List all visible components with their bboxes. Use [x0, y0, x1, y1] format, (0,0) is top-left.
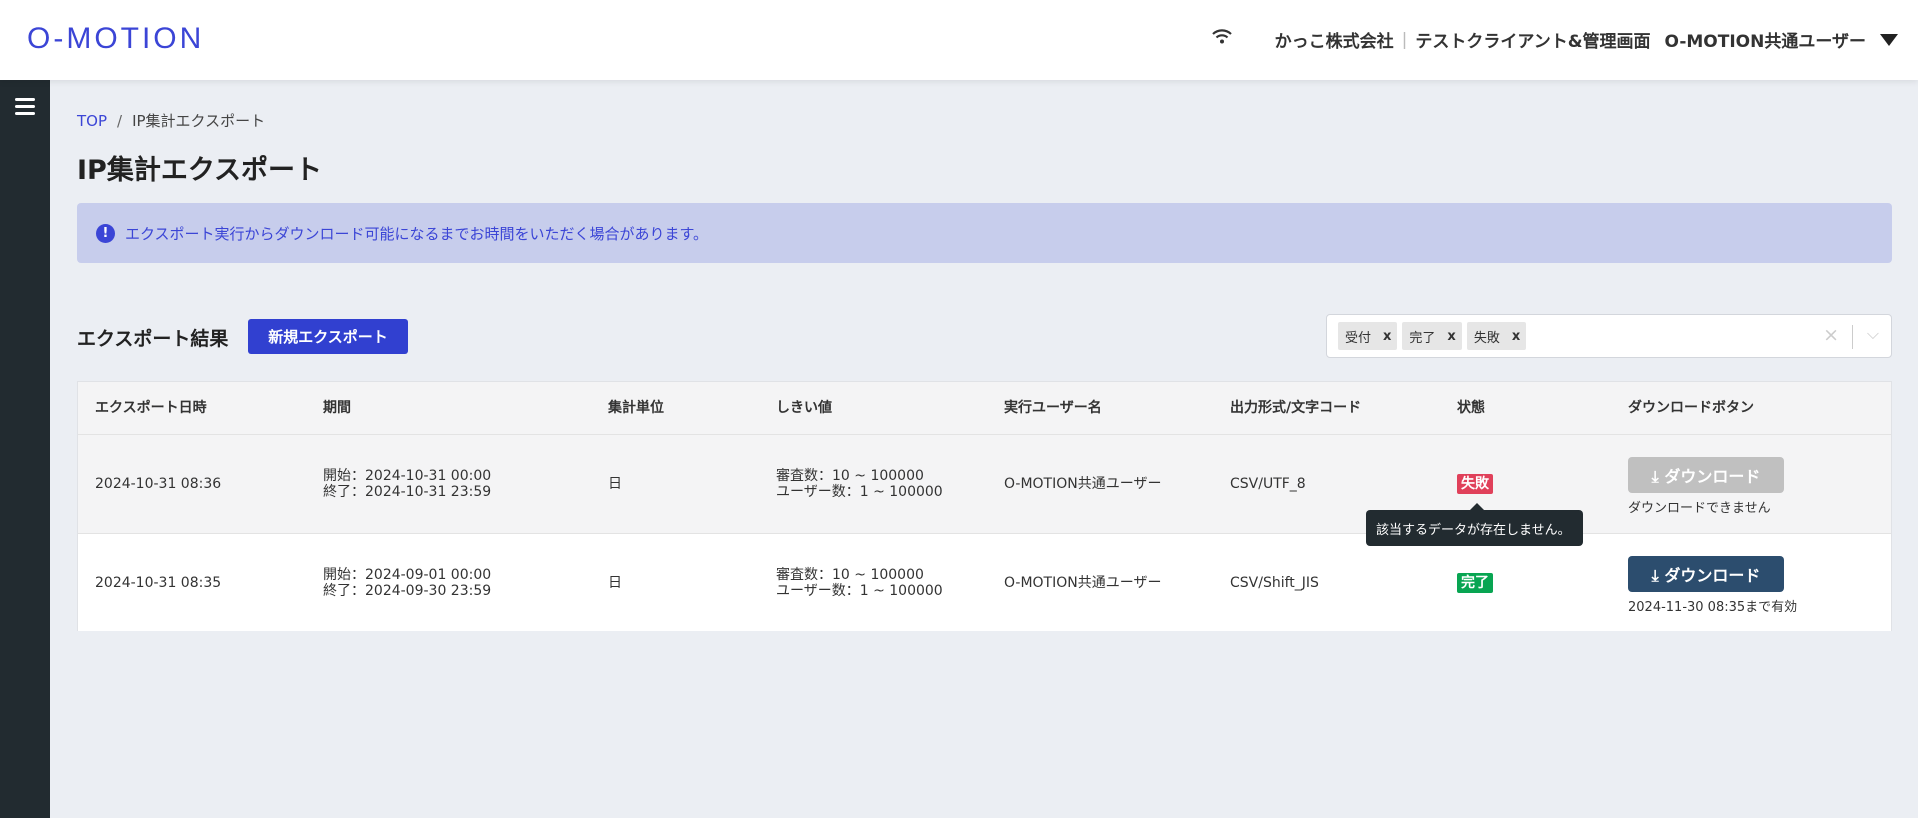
column-header: しきい値 [776, 400, 832, 416]
download-note: ダウンロードできません [1628, 500, 1771, 516]
chip-label: 完了 [1409, 330, 1436, 346]
user-menu[interactable]: かっこ株式会社 | テストクライアント&管理画面 O-MOTION共通ユーザー [1275, 27, 1898, 52]
status-badge[interactable]: 失敗 [1457, 474, 1493, 494]
breadcrumb-current: IP集計エクスポート [132, 112, 266, 130]
breadcrumb-top-link[interactable]: TOP [77, 112, 107, 130]
download-icon: ⤓ [1651, 466, 1659, 486]
column-header: 状態 [1457, 400, 1485, 416]
top-header: O-MOTION かっこ株式会社 | テストクライアント&管理画面 O-MOTI… [0, 0, 1918, 80]
column-header: 出力形式/文字コード [1230, 400, 1362, 416]
page-title: IP集計エクスポート [77, 155, 323, 186]
threshold: 審査数：10 ~ 100000 ユーザー数：1 ~ 100000 [776, 566, 943, 599]
chevron-down-icon[interactable]: ⌵ [1867, 324, 1879, 344]
sidebar [0, 80, 50, 818]
export-datetime: 2024-10-31 08:35 [95, 574, 222, 591]
export-datetime: 2024-10-31 08:36 [95, 476, 222, 492]
info-alert: ! エクスポート実行からダウンロード可能になるまでお時間をいただく場合があります… [77, 203, 1892, 263]
export-results-table: エクスポート日時 期間 集計単位 しきい値 実行ユーザー名 出力形式/文字コード… [77, 381, 1892, 631]
chip-label: 受付 [1345, 330, 1372, 346]
threshold: 審査数：10 ~ 100000 ユーザー数：1 ~ 100000 [776, 468, 943, 500]
remove-chip-icon[interactable]: x [1447, 329, 1455, 344]
hamburger-menu-icon[interactable] [15, 98, 35, 119]
breadcrumb-separator: / [117, 112, 123, 130]
chip-label: 失敗 [1473, 330, 1500, 346]
clear-icon[interactable]: × [1823, 324, 1839, 346]
download-cell: ⤓ ダウンロード ダウンロードできません [1628, 456, 1784, 517]
download-button-disabled[interactable]: ⤓ ダウンロード [1628, 456, 1784, 493]
aggregation-unit: 日 [608, 476, 622, 492]
remove-chip-icon[interactable]: x [1512, 329, 1520, 344]
table-row: 2024-10-31 08:36 開始：2024-10-31 00:00 終了：2… [78, 435, 1891, 534]
alert-message: エクスポート実行からダウンロード可能になるまでお時間をいただく場合があります。 [125, 224, 709, 243]
download-button[interactable]: ⤓ ダウンロード [1628, 556, 1784, 593]
caret-down-icon[interactable] [1880, 33, 1898, 46]
client-name: テストクライアント&管理画面 [1415, 32, 1651, 52]
period: 開始：2024-10-31 00:00 終了：2024-10-31 23:59 [323, 468, 492, 500]
download-icon: ⤓ [1651, 566, 1659, 586]
status-tooltip: 該当するデータが存在しません。 [1366, 503, 1583, 546]
column-header: 実行ユーザー名 [1004, 400, 1102, 416]
column-header: 集計単位 [608, 400, 664, 416]
new-export-button[interactable]: 新規エクスポート [248, 319, 408, 354]
output-format: CSV/UTF_8 [1230, 476, 1306, 492]
column-header: ダウンロードボタン [1628, 400, 1754, 416]
table-header: エクスポート日時 期間 集計単位 しきい値 実行ユーザー名 出力形式/文字コード… [78, 382, 1891, 435]
company-name: かっこ株式会社 [1274, 32, 1394, 52]
executed-by: O-MOTION共通ユーザー [1004, 574, 1162, 591]
breadcrumb: TOP / IP集計エクスポート [77, 110, 265, 131]
period: 開始：2024-09-01 00:00 終了：2024-09-30 23:59 [323, 566, 492, 599]
status-filter-select[interactable]: 受付 x 完了 x 失敗 x × ⌵ [1326, 314, 1892, 358]
user-name: O-MOTION共通ユーザー [1664, 32, 1866, 52]
aggregation-unit: 日 [608, 574, 622, 591]
column-header: 期間 [323, 400, 351, 416]
status-badge: 完了 [1457, 572, 1493, 593]
output-format: CSV/Shift_JIS [1230, 574, 1319, 591]
filter-chip: 受付 x [1338, 322, 1398, 350]
remove-chip-icon[interactable]: x [1383, 329, 1391, 344]
download-cell: ⤓ ダウンロード 2024-11-30 08:35まで有効 [1628, 556, 1797, 616]
wifi-icon [1212, 28, 1232, 49]
download-expiry: 2024-11-30 08:35まで有効 [1628, 600, 1798, 616]
info-icon: ! [96, 223, 115, 243]
executed-by: O-MOTION共通ユーザー [1004, 476, 1162, 492]
section-title: エクスポート結果 [77, 328, 229, 350]
filter-chip: 完了 x [1402, 322, 1462, 350]
filter-chip: 失敗 x [1466, 322, 1527, 350]
separator: | [1401, 29, 1408, 50]
divider [1852, 325, 1853, 349]
table-row: 2024-10-31 08:35 開始：2024-09-01 00:00 終了：2… [78, 534, 1891, 631]
column-header: エクスポート日時 [95, 400, 207, 416]
logo[interactable]: O-MOTION [27, 22, 204, 56]
